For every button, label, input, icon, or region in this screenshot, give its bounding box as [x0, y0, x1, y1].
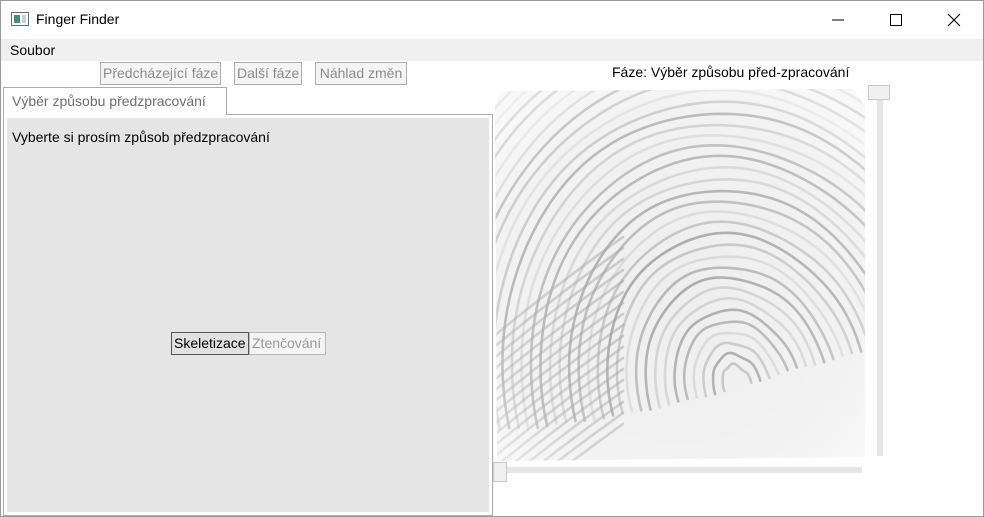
next-phase-button[interactable]: Další fáze — [234, 62, 302, 85]
maximize-icon — [890, 14, 902, 26]
horizontal-scrollbar[interactable] — [501, 467, 862, 473]
menu-item-soubor[interactable]: Soubor — [10, 42, 55, 58]
vertical-scrollbar[interactable] — [877, 87, 883, 456]
window-title: Finger Finder — [36, 11, 120, 27]
vertical-scroll-thumb[interactable] — [868, 85, 890, 100]
phase-label: Fáze: Výběr způsobu před-zpracování — [612, 64, 850, 80]
thinning-button[interactable]: Ztenčování — [249, 332, 326, 355]
close-button[interactable] — [925, 1, 983, 39]
tab-content: Vyberte si prosím způsob předzpracování … — [7, 118, 489, 512]
horizontal-scroll-thumb[interactable] — [493, 462, 507, 482]
main-window: Finger Finder Soubor Předcházející fáze … — [0, 0, 984, 517]
minimize-icon — [832, 19, 844, 21]
menu-bar: Soubor — [1, 39, 983, 61]
minimize-button[interactable] — [809, 1, 867, 39]
maximize-button[interactable] — [867, 1, 925, 39]
app-icon — [11, 12, 29, 26]
fingerprint-image — [495, 89, 865, 461]
skeletonization-button[interactable]: Skeletizace — [171, 332, 249, 355]
tab-panel: Vyberte si prosím způsob předzpracování … — [3, 114, 493, 516]
tab-preprocessing-selection[interactable]: Výběr způsobu předzpracování — [3, 87, 227, 115]
preprocessing-prompt: Vyberte si prosím způsob předzpracování — [12, 129, 270, 145]
preview-changes-button[interactable]: Náhlad změn — [315, 62, 407, 85]
previous-phase-button[interactable]: Předcházející fáze — [100, 62, 221, 85]
close-icon — [947, 13, 961, 27]
title-bar[interactable]: Finger Finder — [1, 1, 983, 39]
